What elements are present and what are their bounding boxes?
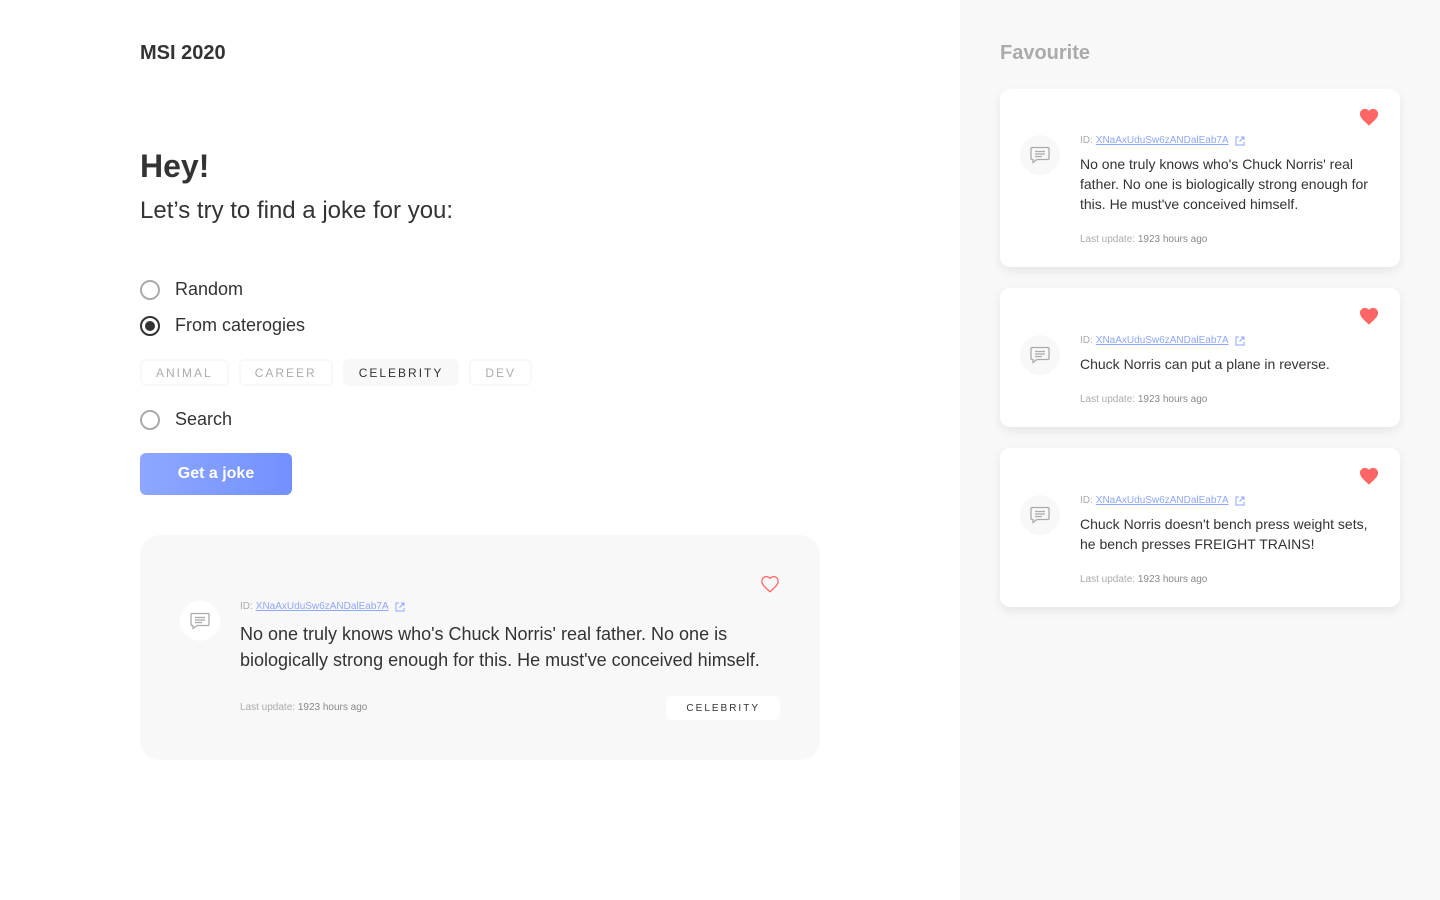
favourite-card: ID: XNaAxUduSw6zANDalEab7A Chuck Norris … (1000, 448, 1400, 607)
category-chip-celebrity[interactable]: CELEBRITY (342, 359, 460, 386)
favourite-id-line: ID: XNaAxUduSw6zANDalEab7A (1080, 135, 1245, 146)
heart-filled-icon[interactable] (1358, 306, 1380, 331)
favourite-last-update: Last update: 1923 hours ago (1080, 574, 1207, 585)
get-joke-button[interactable]: Get a joke (140, 453, 292, 495)
favourite-id-line: ID: XNaAxUduSw6zANDalEab7A (1080, 495, 1245, 506)
favourite-card: ID: XNaAxUduSw6zANDalEab7A Chuck Norris … (1000, 288, 1400, 427)
category-chip-animal[interactable]: ANIMAL (140, 359, 229, 386)
favourite-update-value: 1923 hours ago (1137, 234, 1208, 245)
favourite-id-prefix: ID: (1080, 495, 1093, 506)
heart-outline-icon[interactable] (760, 575, 780, 598)
favourite-joke-text: Chuck Norris doesn't bench press weight … (1080, 516, 1368, 552)
favourite-update-label: Last update: (1080, 574, 1136, 585)
favourite-id-line: ID: XNaAxUduSw6zANDalEab7A (1080, 335, 1245, 346)
greeting-heading: Hey! (140, 148, 210, 184)
external-link-icon[interactable] (1235, 136, 1245, 146)
message-icon (180, 601, 220, 641)
radio-categories-label: From caterogies (175, 315, 306, 335)
joke-text: No one truly knows who's Chuck Norris' r… (240, 624, 760, 670)
radio-random[interactable]: Random (140, 279, 243, 300)
message-icon (1020, 335, 1060, 375)
message-icon (1020, 495, 1060, 535)
radio-search-label: Search (175, 409, 233, 429)
category-chip-career[interactable]: CAREER (238, 359, 333, 386)
joke-id-line: ID: XNaAxUduSw6zANDalEab7A (240, 601, 405, 612)
favourite-update-value: 1923 hours ago (1137, 574, 1208, 585)
heart-filled-icon[interactable] (1358, 107, 1380, 132)
favourite-card: ID: XNaAxUduSw6zANDalEab7A No one truly … (1000, 89, 1400, 267)
heart-filled-icon[interactable] (1358, 466, 1380, 491)
radio-random-control[interactable] (140, 279, 160, 300)
main-panel: MSI 2020 Hey! Let’s try to find a joke f… (0, 0, 960, 900)
favourite-id-prefix: ID: (1080, 135, 1093, 146)
message-icon (1020, 135, 1060, 175)
favourite-last-update: Last update: 1923 hours ago (1080, 394, 1207, 405)
favourite-update-label: Last update: (1080, 394, 1136, 405)
joke-id-prefix: ID: (240, 601, 253, 612)
favourite-update-label: Last update: (1080, 234, 1136, 245)
radio-search-control[interactable] (140, 409, 160, 430)
external-link-icon[interactable] (395, 602, 405, 612)
favourite-id-link[interactable]: XNaAxUduSw6zANDalEab7A (1096, 135, 1229, 146)
joke-category-badge: CELEBRITY (666, 696, 780, 720)
subtitle-heading: Let’s try to find a joke for you: (140, 197, 454, 224)
radio-random-label: Random (175, 279, 244, 299)
radio-categories-control[interactable] (140, 315, 160, 336)
external-link-icon[interactable] (1235, 336, 1245, 346)
joke-update-value: 1923 hours ago (297, 702, 368, 713)
favourites-sidebar: Favourite ID: XNaAxUduSw6zANDalEab7A No … (960, 0, 1440, 900)
app-logo[interactable]: MSI 2020 (140, 42, 226, 65)
category-chip-dev[interactable]: DEV (469, 359, 533, 386)
favourite-id-link[interactable]: XNaAxUduSw6zANDalEab7A (1096, 495, 1229, 506)
favourite-update-value: 1923 hours ago (1137, 394, 1208, 405)
joke-card: ID: XNaAxUduSw6zANDalEab7A No one truly … (140, 535, 820, 760)
joke-last-update: Last update: 1923 hours ago (240, 702, 367, 713)
favourite-joke-text: No one truly knows who's Chuck Norris' r… (1080, 156, 1368, 212)
favourite-id-link[interactable]: XNaAxUduSw6zANDalEab7A (1096, 335, 1229, 346)
category-chips: ANIMAL CAREER CELEBRITY DEV (140, 359, 533, 386)
external-link-icon[interactable] (1235, 496, 1245, 506)
radio-categories[interactable]: From caterogies (140, 315, 305, 336)
joke-id-link[interactable]: XNaAxUduSw6zANDalEab7A (256, 601, 389, 612)
favourites-title: Favourite (1000, 42, 1091, 64)
joke-update-label: Last update: (240, 702, 296, 713)
favourite-joke-text: Chuck Norris can put a plane in reverse. (1080, 356, 1330, 372)
favourite-id-prefix: ID: (1080, 335, 1093, 346)
favourite-last-update: Last update: 1923 hours ago (1080, 234, 1207, 245)
radio-search[interactable]: Search (140, 409, 232, 430)
